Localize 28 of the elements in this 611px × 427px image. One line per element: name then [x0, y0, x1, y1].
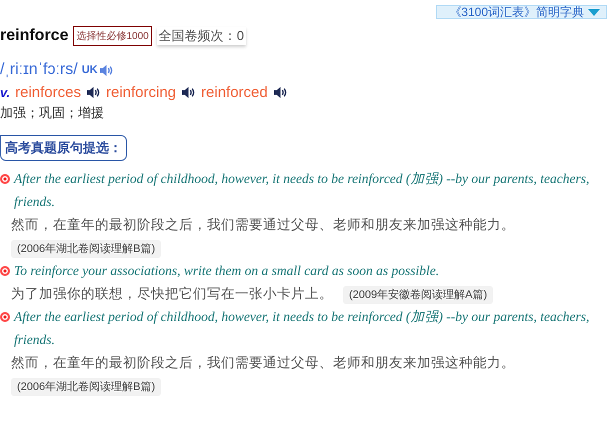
phonetic: /ˌriːɪnˈfɔːrs/: [0, 61, 78, 79]
source-tag: (2006年湖北卷阅读理解B篇): [11, 240, 162, 258]
source-tag: (2009年安徽卷阅读理解A篇): [343, 286, 494, 304]
translation: 然而，在童年的最初阶段之后，我们需要通过父母、老师和朋友来加强这种能力。: [11, 217, 515, 232]
caret-icon: [588, 8, 600, 16]
source-tag: (2006年湖北卷阅读理解B篇): [11, 378, 162, 396]
translation: 然而，在童年的最初阶段之后，我们需要通过父母、老师和朋友来加强这种能力。: [11, 355, 515, 370]
speaker-icon[interactable]: [86, 86, 101, 99]
headword: reinforce: [0, 27, 68, 45]
part-of-speech: v.: [0, 85, 10, 100]
word-form: reinforces: [15, 84, 81, 101]
example-sentence: After the earliest period of childhood, however, it needs to be reinforced (加强) --by our parents, teachers, friends.: [14, 308, 590, 349]
region-label: UK: [82, 64, 98, 76]
meaning: 加强；巩固；增援: [0, 104, 105, 122]
word-form: reinforcing: [106, 84, 176, 101]
section-label: 高考真题原句提选：: [0, 135, 127, 161]
bullet-icon: [0, 266, 10, 276]
frequency-label: 全国卷频次：0: [156, 27, 246, 45]
bullet-icon: [0, 174, 10, 184]
speaker-icon[interactable]: [181, 86, 196, 99]
level-tag: 选择性必修1000: [73, 26, 152, 46]
example-sentence: After the earliest period of childhood, however, it needs to be reinforced (加强) --by our parents, teachers, friends.: [14, 170, 590, 211]
example-sentence: To reinforce your associations, write them on a small card as soon as possible.: [14, 262, 440, 280]
speaker-icon[interactable]: [272, 86, 288, 99]
bullet-icon: [0, 312, 10, 322]
word-form: reinforced: [201, 84, 268, 101]
translation: 为了加强你的联想，尽快把它们写在一张小卡片上。: [11, 286, 333, 301]
dictionary-dropdown[interactable]: 《3100词汇表》简明字典: [436, 5, 607, 19]
